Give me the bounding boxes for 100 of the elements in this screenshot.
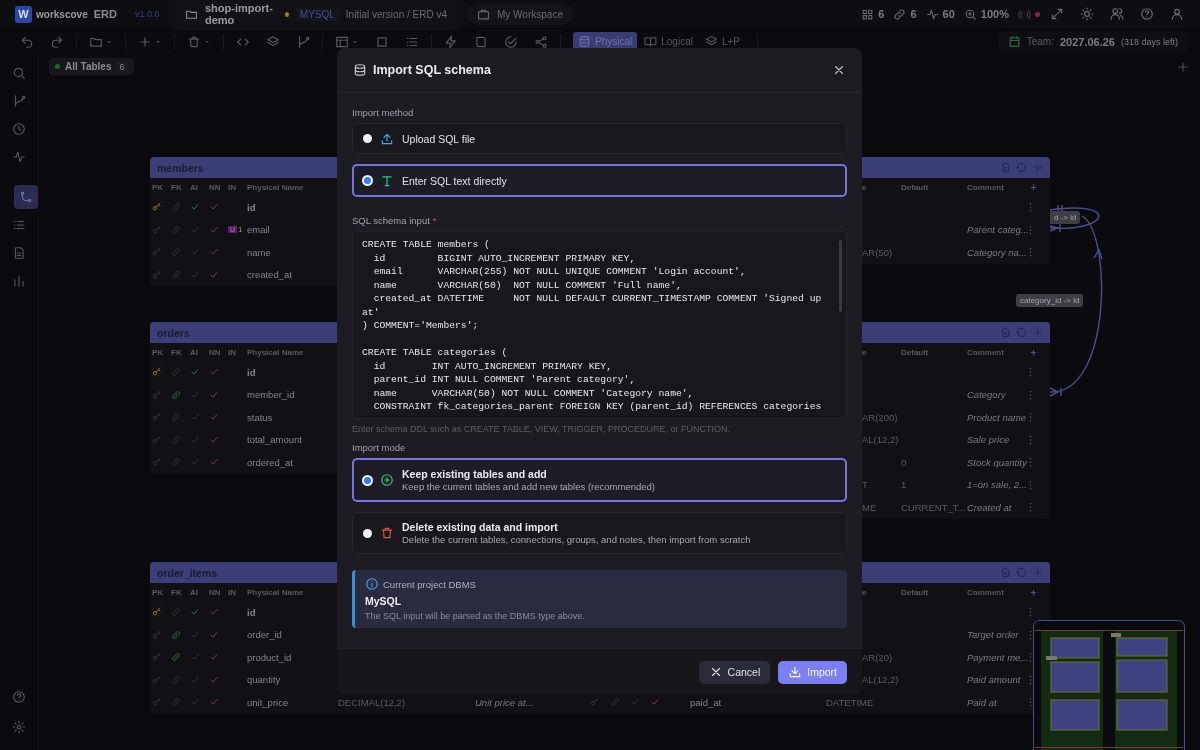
column-type: DECIMAL(12,2)	[338, 696, 407, 708]
column-name: order_id	[247, 629, 283, 641]
column-name: id	[247, 201, 257, 213]
column-header: e	[862, 347, 868, 357]
brand-name: workscove	[36, 8, 88, 20]
column-header: AI	[190, 347, 199, 357]
column-header: Physical Name	[247, 182, 305, 192]
column-name: ordered_at	[247, 456, 294, 468]
column-comment: Unit price at...	[475, 696, 535, 708]
column-header: NN	[209, 587, 222, 597]
table-name: members	[157, 161, 204, 174]
index-count: 1	[238, 225, 243, 235]
column-header: IN	[228, 587, 237, 597]
table-name: orders	[157, 326, 190, 339]
column-header: PK	[152, 182, 165, 192]
section-label: Import mode	[352, 442, 406, 453]
column-type: AL(12,2)	[862, 674, 900, 686]
column-header: FK	[171, 182, 183, 192]
product-name: ERD	[93, 8, 117, 20]
column-name: email	[247, 224, 271, 236]
column-comment: Paid amount	[967, 674, 1022, 686]
relation-label: d -> id	[1050, 211, 1081, 224]
column-header: FK	[171, 587, 183, 597]
zoom-level: 100%	[980, 8, 1009, 20]
column-header: NN	[209, 182, 222, 192]
info-title: Current project DBMS	[383, 578, 476, 590]
column-comment: 1=on sale, 2...	[967, 479, 1028, 491]
table-count: 6	[878, 8, 885, 20]
column-header: AI	[190, 587, 199, 597]
column-header: NN	[209, 347, 222, 357]
column-name: id	[247, 606, 257, 618]
column-default: 0	[901, 456, 908, 468]
column-name: paid_at	[690, 696, 723, 708]
column-name: product_id	[247, 651, 293, 663]
column-type: AR(200)	[862, 411, 899, 423]
column-header: PK	[152, 587, 165, 597]
version-name: Initial version / ERD v4	[345, 8, 447, 20]
column-comment: Paid at	[967, 696, 998, 708]
column-header: Comment	[967, 587, 1005, 597]
dbms-name: MySQL	[365, 595, 403, 607]
field-hint: Enter schema DDL such as CREATE TABLE, VIEW, TRIGGER, PROCEDURE, or FUNCTION.	[352, 424, 731, 434]
column-type: T	[862, 479, 869, 491]
column-header: e	[862, 587, 868, 597]
license-date: 2027.06.26	[1059, 35, 1115, 48]
option-title: Keep existing tables and add	[402, 468, 548, 480]
column-name: member_id	[247, 389, 296, 401]
column-type: ME	[862, 501, 878, 513]
column-header: FK	[171, 347, 183, 357]
column-header: IN	[228, 182, 237, 192]
option-description: Keep the current tables and add new tables (recommended)	[402, 481, 655, 492]
column-name: id	[247, 366, 257, 378]
relation-count: 6	[910, 8, 917, 20]
version-label: v1.0.0	[134, 9, 160, 19]
table-name: order_items	[157, 566, 218, 579]
info-note: The SQL input will be parsed as the DBMS type above.	[365, 611, 586, 621]
column-header: Physical Name	[247, 347, 305, 357]
field-label: SQL schema input	[352, 215, 430, 226]
option-description: Delete the current tables, connections, groups, and notes, then import from scratch	[402, 534, 751, 545]
column-name: created_at	[247, 269, 293, 281]
dbms-badge: MYSQL	[295, 7, 339, 21]
dialog-title: Import SQL schema	[373, 63, 491, 77]
column-type: AL(12,2)	[862, 434, 900, 446]
column-name: unit_price	[247, 696, 290, 708]
column-type: DATETIME	[826, 696, 875, 708]
option-title: Delete existing data and import	[402, 521, 559, 533]
column-comment: Created at	[967, 501, 1013, 513]
column-header: Default	[901, 587, 930, 597]
required-mark: *	[432, 215, 437, 226]
fps-count: 60	[942, 8, 955, 20]
section-label: Import method	[352, 107, 414, 118]
column-header: PK	[152, 347, 165, 357]
column-default: CURRENT_T...	[901, 501, 967, 513]
column-name: status	[247, 411, 274, 423]
column-comment: Target order	[967, 629, 1020, 641]
column-header: Comment	[967, 182, 1005, 192]
column-header: AI	[190, 182, 199, 192]
column-comment: Product name	[967, 411, 1028, 423]
tab-count: 6	[116, 61, 128, 72]
column-comment: Payment me...	[967, 651, 1029, 663]
days-left: (318 days left)	[1120, 36, 1178, 47]
column-header: Physical Name	[247, 587, 305, 597]
column-comment: Stock quantity	[967, 456, 1028, 468]
column-default: 1	[901, 479, 908, 491]
column-comment: Category	[967, 389, 1007, 401]
column-type: AR(20)	[862, 651, 894, 663]
column-comment: Parent categ...	[967, 224, 1029, 236]
column-type: AR(50)	[862, 246, 894, 258]
column-header: Default	[901, 182, 930, 192]
column-name: total_amount	[247, 434, 303, 446]
column-header: IN	[228, 347, 237, 357]
column-header: Comment	[967, 347, 1005, 357]
column-header: Default	[901, 347, 930, 357]
column-name: name	[247, 246, 272, 258]
column-comment: Sale price	[967, 434, 1011, 446]
logo: W	[15, 5, 32, 23]
license-label: Team:	[1026, 36, 1054, 47]
column-header: e	[862, 182, 868, 192]
project-name: shop-import-demo	[205, 2, 274, 26]
column-name: quantity	[247, 674, 282, 686]
relation-label: category_id -> id	[1016, 294, 1084, 307]
